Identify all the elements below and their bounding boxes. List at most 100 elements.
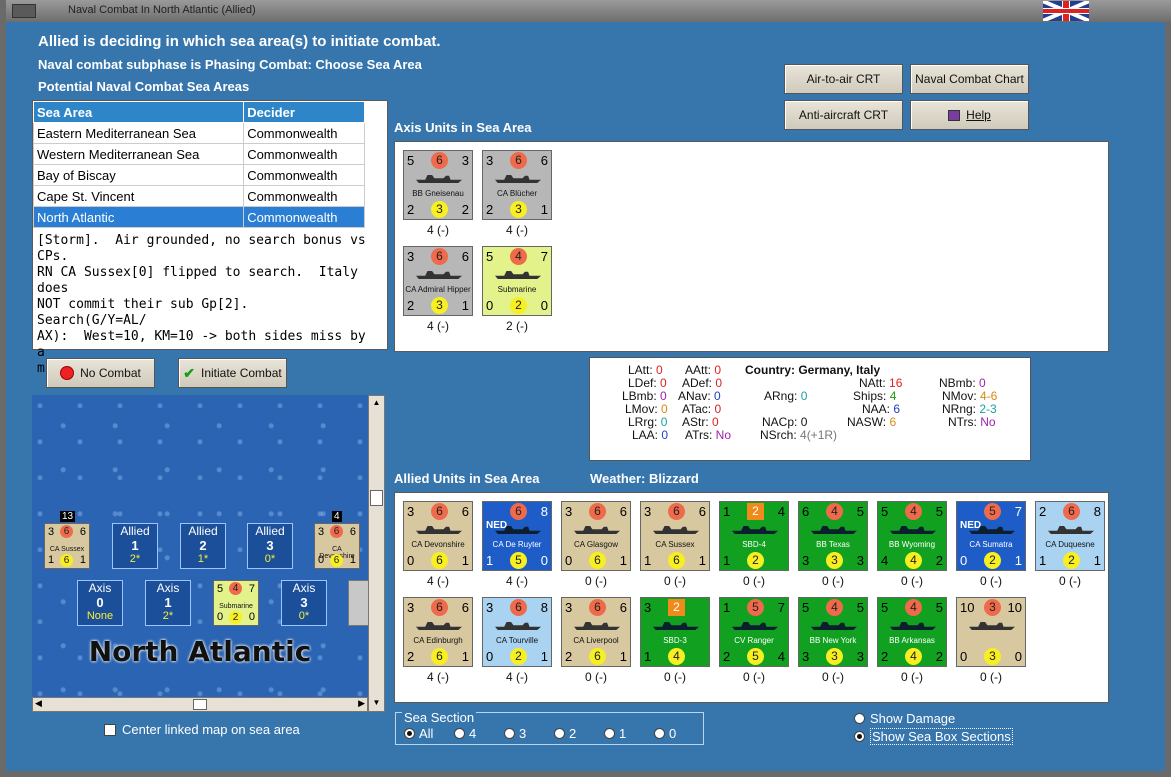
map-unit-partial[interactable] [348,580,368,626]
sea-section-option-4[interactable]: 4 [454,726,504,741]
sea-section-radio[interactable] [454,728,465,739]
anti-aircraft-crt-button[interactable]: Anti-aircraft CRT [784,100,903,130]
unit-counter[interactable]: 5 3 2 2 6 3 BB Gneisenau 4 (-) [403,150,473,237]
unit-counter[interactable]: 5 5 3 3 4 3 BB New York 0 (-) [798,597,868,684]
unit-damage: 4 (-) [506,670,528,684]
scroll-thumb[interactable] [370,490,383,506]
table-row[interactable]: Eastern Mediterranean Sea Commonwealth [32,122,365,144]
allied-box-1[interactable]: Allied 1 2* [112,523,158,569]
table-row[interactable]: Western Mediterranean Sea Commonwealth [32,143,365,165]
axis-box-1[interactable]: Axis 1 2* [145,580,191,626]
initiate-combat-button[interactable]: ✔ Initiate Combat [178,358,287,388]
counter-value-tr: 8 [540,600,548,615]
show-sea-box-radio[interactable] [854,731,865,742]
allied-box-3[interactable]: Allied 3 0* [247,523,293,569]
attack-factor-circle: 6 [431,599,448,616]
sea-section-option-2[interactable]: 2 [554,726,604,741]
column-header-decider[interactable]: Decider [243,101,365,123]
attack-factor-circle: 6 [589,599,606,616]
counter-value-bl: 0 [960,649,968,664]
axis-box-3[interactable]: Axis 3 0* [281,580,327,626]
axis-units-label: Axis Units in Sea Area [394,120,532,135]
table-row[interactable]: Bay of Biscay Commonwealth [32,164,365,186]
unit-counter[interactable]: 5 5 2 2 4 4 BB Arkansas 0 (-) [877,597,947,684]
unit-counter[interactable]: 2 8 1 1 6 2 CA Duquesne 0 (-) [1035,501,1105,588]
unit-name: CA Sumatra [969,540,1013,549]
unit-counter[interactable]: 3 6 2 1 6 6 CA Liverpool 0 (-) [561,597,631,684]
unit-counter[interactable]: NED 7 0 1 5 2 CA Sumatra 0 (-) [956,501,1026,588]
map-unit-ca-devonshire[interactable]: 366 CA Devonshire 061 [314,523,360,569]
ship-silhouette-icon [732,622,778,630]
unit-name: CA De Ruyter [492,540,542,549]
counter-value-bl: 1 [1039,553,1047,568]
unit-counter[interactable]: 3 6 2 1 6 3 CA Admiral Hipper 4 (-) [403,246,473,333]
no-combat-button[interactable]: No Combat [46,358,155,388]
unit-counter[interactable]: 3 6 1 1 6 6 CA Sussex 0 (-) [640,501,710,588]
defense-factor-circle: 3 [510,201,527,218]
unit-counter[interactable]: 5 5 4 2 4 4 BB Wyoming 0 (-) [877,501,947,588]
unit-counter[interactable]: 3 6 0 1 6 6 CA Devonshire 4 (-) [403,501,473,588]
table-row[interactable]: Cape St. Vincent Commonwealth [32,185,365,207]
help-button[interactable]: Help [910,100,1029,130]
counter-value-br: 2 [935,649,943,664]
unit-counter[interactable]: 3 6 2 1 6 3 CA Blücher 4 (-) [482,150,552,237]
unit-counter[interactable]: 5 7 0 0 4 2 Submarine 2 (-) [482,246,552,333]
counter-value-tl: 5 [486,249,494,264]
unit-counter[interactable]: 1 4 1 2 2 SBD-4 0 (-) [719,501,789,588]
attack-factor-circle: 2 [668,599,685,616]
sea-section-radio[interactable] [554,728,565,739]
unit-counter[interactable]: 6 5 3 3 4 3 BB Texas 0 (-) [798,501,868,588]
allied-box-2[interactable]: Allied 2 1* [180,523,226,569]
table-row-selected[interactable]: North Atlantic Commonwealth [32,206,365,228]
scroll-up-icon[interactable]: ▲ [371,398,382,409]
column-header-sea-area[interactable]: Sea Area [32,101,245,123]
unit-counter[interactable]: 3 8 0 1 6 2 CA Tourville 4 (-) [482,597,552,684]
unit-counter[interactable]: 10 10 0 0 3 3 0 (-) [956,597,1026,684]
counter-value-br: 1 [1093,553,1101,568]
unit-name: CV Ranger [734,636,774,645]
counter-value-tl: 1 [723,504,731,519]
scroll-down-icon[interactable]: ▼ [371,698,382,709]
allied-units-label: Allied Units in Sea Area [394,471,540,486]
counter-value-tr: 6 [619,600,627,615]
unit-damage: 4 (-) [427,319,449,333]
map-vertical-scrollbar[interactable]: ▲ ▼ [368,395,385,712]
sea-section-option-all[interactable]: All [404,726,454,741]
unit-counter[interactable]: 1 7 2 4 5 5 CV Ranger 0 (-) [719,597,789,684]
sea-section-option-label: 3 [519,726,527,741]
map-unit-submarine[interactable]: 547 Submarine 020 [213,580,259,626]
sea-section-option-1[interactable]: 1 [604,726,654,741]
sea-area-map[interactable]: 366 CA Sussex 161 13 366 CA Devonshire 0… [32,395,368,697]
sea-section-radio[interactable] [654,728,665,739]
unit-counter[interactable]: 3 6 2 1 6 6 CA Edinburgh 4 (-) [403,597,473,684]
defense-factor-circle: 3 [826,552,843,569]
unit-counter[interactable]: 3 6 0 1 6 6 CA Glasgow 0 (-) [561,501,631,588]
map-horizontal-scrollbar[interactable]: ◀ ▶ [32,697,368,712]
scroll-right-icon[interactable]: ▶ [358,698,365,709]
show-damage-option[interactable]: Show Damage [854,711,955,726]
sea-section-option-0[interactable]: 0 [654,726,704,741]
center-map-checkbox[interactable] [104,723,116,736]
scroll-thumb[interactable] [193,699,207,710]
sea-section-option-3[interactable]: 3 [504,726,554,741]
scroll-left-icon[interactable]: ◀ [35,698,42,709]
attack-factor-circle: 4 [905,599,922,616]
show-sea-box-label: Show Sea Box Sections [870,728,1013,745]
counter-value-bl: 2 [881,649,889,664]
show-sea-box-option[interactable]: Show Sea Box Sections [854,728,1013,745]
show-damage-radio[interactable] [854,713,865,724]
sea-section-radio[interactable] [404,728,415,739]
window-menu-icon[interactable] [12,4,36,18]
sea-section-radio[interactable] [504,728,515,739]
sea-section-radio[interactable] [604,728,615,739]
unit-damage: 0 (-) [980,574,1002,588]
unit-counter[interactable]: NED 8 1 0 6 5 CA De Ruyter 4 (-) [482,501,552,588]
counter-value-bl: 2 [407,649,415,664]
counter-value-br: 1 [540,202,548,217]
axis-box-0[interactable]: Axis 0 None [77,580,123,626]
unit-counter[interactable]: 3 1 2 4 SBD-3 0 (-) [640,597,710,684]
center-map-option[interactable]: Center linked map on sea area [104,722,300,737]
naval-combat-chart-button[interactable]: Naval Combat Chart [910,64,1029,94]
map-unit-ca-sussex[interactable]: 366 CA Sussex 161 [44,523,90,569]
air-to-air-crt-button[interactable]: Air-to-air CRT [784,64,903,94]
